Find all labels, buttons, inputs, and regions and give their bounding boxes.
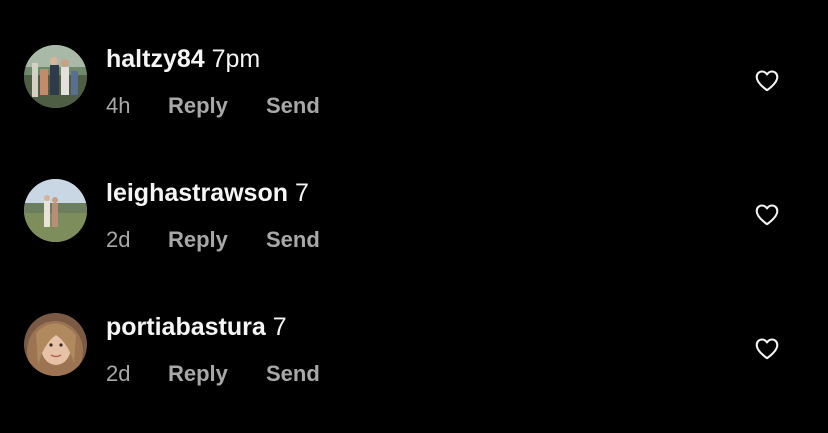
avatar[interactable] <box>24 313 87 376</box>
heart-outline-icon[interactable] <box>754 336 780 362</box>
avatar[interactable] <box>24 179 87 242</box>
comment-item: haltzy84 7pm 4h Reply Send <box>0 28 828 138</box>
comment-body: 7 <box>272 313 287 341</box>
comment-item: portiabastura 7 2d Reply Send <box>0 296 828 406</box>
comment-text-line: leighastrawson 7 <box>106 175 309 211</box>
comment-username[interactable]: portiabastura <box>106 313 266 341</box>
comment-timestamp: 2d <box>106 227 131 252</box>
comment-timestamp: 4h <box>106 93 131 118</box>
avatar-photo <box>24 313 87 376</box>
comment-body: 7pm <box>211 45 261 73</box>
comment-username[interactable]: haltzy84 <box>106 45 205 73</box>
reply-button[interactable]: Reply <box>168 90 228 122</box>
avatar-photo <box>24 179 87 242</box>
reply-button[interactable]: Reply <box>168 224 228 256</box>
reply-button[interactable]: Reply <box>168 358 228 390</box>
comment-body: 7 <box>294 179 309 207</box>
heart-outline-icon[interactable] <box>754 202 780 228</box>
send-button[interactable]: Send <box>266 224 320 256</box>
avatar[interactable] <box>24 45 87 108</box>
heart-outline-icon[interactable] <box>754 68 780 94</box>
send-button[interactable]: Send <box>266 358 320 390</box>
comment-text-line: portiabastura 7 <box>106 309 287 345</box>
avatar-photo <box>24 45 87 108</box>
comment-username[interactable]: leighastrawson <box>106 179 288 207</box>
comment-item: leighastrawson 7 2d Reply Send <box>0 162 828 272</box>
comment-text-line: haltzy84 7pm <box>106 41 260 77</box>
comment-timestamp: 2d <box>106 361 131 386</box>
send-button[interactable]: Send <box>266 90 320 122</box>
